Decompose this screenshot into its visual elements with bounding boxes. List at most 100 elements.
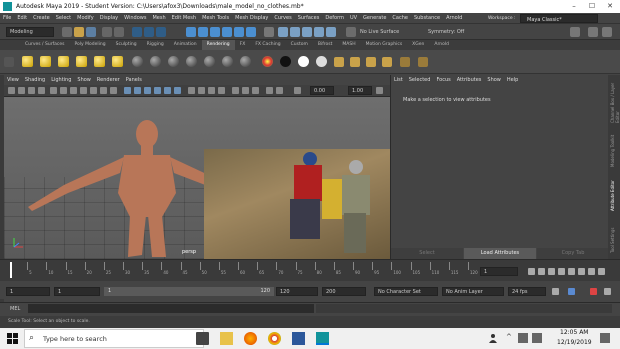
menu-generate[interactable]: Generate — [360, 13, 389, 24]
step-forward-key-icon[interactable] — [588, 268, 595, 275]
select-object-icon[interactable] — [144, 27, 154, 37]
auto-key-icon[interactable] — [568, 288, 575, 295]
shadows-icon[interactable] — [174, 87, 181, 94]
menu-edit[interactable]: Edit — [14, 13, 30, 24]
animation-preferences-icon[interactable] — [604, 288, 611, 295]
near-clip-field[interactable]: 0.00 — [310, 86, 334, 95]
menu-edit-mesh[interactable]: Edit Mesh — [169, 13, 199, 24]
menu-uv[interactable]: UV — [347, 13, 360, 24]
wireframe-icon[interactable] — [124, 87, 131, 94]
menu-deform[interactable]: Deform — [322, 13, 347, 24]
use-background-icon[interactable] — [280, 56, 291, 67]
spot-light-icon[interactable] — [22, 56, 33, 67]
area-light-icon[interactable] — [94, 56, 105, 67]
blinn-material-icon[interactable] — [132, 56, 143, 67]
current-frame-field[interactable]: 1 — [480, 267, 518, 276]
grid-toggle-icon[interactable] — [50, 87, 57, 94]
menu-mesh-display[interactable]: Mesh Display — [232, 13, 271, 24]
mel-label[interactable]: MEL — [10, 306, 20, 312]
menu-substance[interactable]: Substance — [411, 13, 443, 24]
menu-select[interactable]: Select — [53, 13, 74, 24]
play-forwards-icon[interactable] — [568, 268, 575, 275]
volume-icon[interactable] — [532, 333, 542, 343]
lambert-material-icon[interactable] — [150, 56, 161, 67]
resolution-gate-icon[interactable] — [70, 87, 77, 94]
render-globals-icon[interactable] — [366, 57, 376, 67]
depth-of-field-icon[interactable] — [218, 87, 225, 94]
viewport-menu-renderer[interactable]: Renderer — [94, 75, 123, 85]
side-tab-channel-box[interactable]: Channel Box / Layer Editor — [610, 79, 620, 123]
menu-modify[interactable]: Modify — [74, 13, 97, 24]
camera-attributes-icon[interactable] — [18, 87, 25, 94]
step-back-frame-icon[interactable] — [548, 268, 555, 275]
exposure-icon[interactable] — [276, 87, 283, 94]
safe-action-icon[interactable] — [100, 87, 107, 94]
maya-taskbar-icon[interactable] — [316, 332, 329, 345]
toon-shader-icon[interactable] — [298, 56, 309, 67]
wireframe-on-shaded-icon[interactable] — [144, 87, 151, 94]
hair-tube-shader-icon[interactable] — [316, 56, 327, 67]
bookmarks-icon[interactable] — [28, 87, 35, 94]
gamma-icon[interactable] — [294, 87, 301, 94]
ipr-render-icon[interactable] — [302, 27, 312, 37]
select-hierarchy-icon[interactable] — [132, 27, 142, 37]
network-icon[interactable] — [518, 333, 528, 343]
minimize-icon[interactable]: – — [565, 0, 583, 13]
phong-e-material-icon[interactable] — [186, 56, 197, 67]
loop-icon[interactable] — [552, 288, 559, 295]
file-explorer-icon[interactable] — [220, 332, 233, 345]
field-chart-icon[interactable] — [90, 87, 97, 94]
command-input[interactable] — [28, 304, 314, 313]
clock-date[interactable]: 12/19/2019 — [557, 339, 592, 346]
shelf-tab-bifrost[interactable]: Bifrost — [313, 40, 338, 50]
point-light-icon[interactable] — [40, 56, 51, 67]
windows-start-icon[interactable] — [6, 332, 19, 345]
isolate-select-icon[interactable] — [232, 87, 239, 94]
select-button[interactable]: Select — [391, 248, 463, 259]
snap-grid-icon[interactable] — [186, 27, 196, 37]
shelf-tab-curves-surfaces[interactable]: Curves / Surfaces — [20, 40, 70, 50]
menu-display[interactable]: Display — [97, 13, 121, 24]
menu-surfaces[interactable]: Surfaces — [295, 13, 323, 24]
menu-windows[interactable]: Windows — [121, 13, 149, 24]
toggle-attribute-editor-icon[interactable] — [602, 27, 612, 37]
undo-icon[interactable] — [102, 27, 112, 37]
image-plane-icon[interactable] — [38, 87, 45, 94]
attr-menu-help[interactable]: Help — [504, 75, 521, 85]
shelf-tab-custom[interactable]: Custom — [286, 40, 313, 50]
attr-menu-focus[interactable]: Focus — [433, 75, 453, 85]
save-scene-icon[interactable] — [86, 27, 96, 37]
film-gate-icon[interactable] — [60, 87, 67, 94]
show-hidden-icons-icon[interactable]: ^ — [506, 333, 512, 341]
symmetry-label[interactable]: Symmetry: Off — [428, 29, 464, 35]
directional-light-icon[interactable] — [58, 56, 69, 67]
snap-curve-icon[interactable] — [198, 27, 208, 37]
playback-options-icon[interactable] — [590, 288, 597, 295]
attr-menu-attributes[interactable]: Attributes — [454, 75, 485, 85]
taskbar-search-box[interactable]: ⌕ Type here to search — [24, 329, 204, 348]
shelf-settings-icon[interactable] — [4, 57, 14, 67]
shelf-tab-fx-caching[interactable]: FX Caching — [250, 40, 285, 50]
menu-curves[interactable]: Curves — [271, 13, 294, 24]
hypershade-icon[interactable] — [326, 27, 336, 37]
shelf-tab-rigging[interactable]: Rigging — [142, 40, 169, 50]
clock-time[interactable]: 12:05 AM — [560, 329, 588, 336]
side-tab-attribute-editor[interactable]: Attribute Editor — [610, 171, 618, 211]
viewport-menu-view[interactable]: View — [4, 75, 22, 85]
shelf-tab-motion-graphics[interactable]: Motion Graphics — [361, 40, 408, 50]
step-forward-frame-icon[interactable] — [578, 268, 585, 275]
anim-start-field[interactable]: 1 — [54, 287, 100, 296]
anim-end-field[interactable]: 120 — [276, 287, 318, 296]
render-layer-icon[interactable] — [418, 57, 428, 67]
far-clip-field[interactable]: 1.00 — [348, 86, 372, 95]
open-scene-icon[interactable] — [74, 27, 84, 37]
maximize-icon[interactable]: ☐ — [583, 0, 601, 13]
viewport-menu-show[interactable]: Show — [74, 75, 94, 85]
smooth-shade-icon[interactable] — [134, 87, 141, 94]
redo-icon[interactable] — [114, 27, 124, 37]
notifications-icon[interactable] — [600, 333, 610, 343]
motion-blur-icon[interactable] — [198, 87, 205, 94]
side-tab-tool-settings[interactable]: Tool Settings — [610, 215, 618, 253]
menu-mesh-tools[interactable]: Mesh Tools — [199, 13, 232, 24]
backface-culling-icon[interactable] — [266, 87, 273, 94]
